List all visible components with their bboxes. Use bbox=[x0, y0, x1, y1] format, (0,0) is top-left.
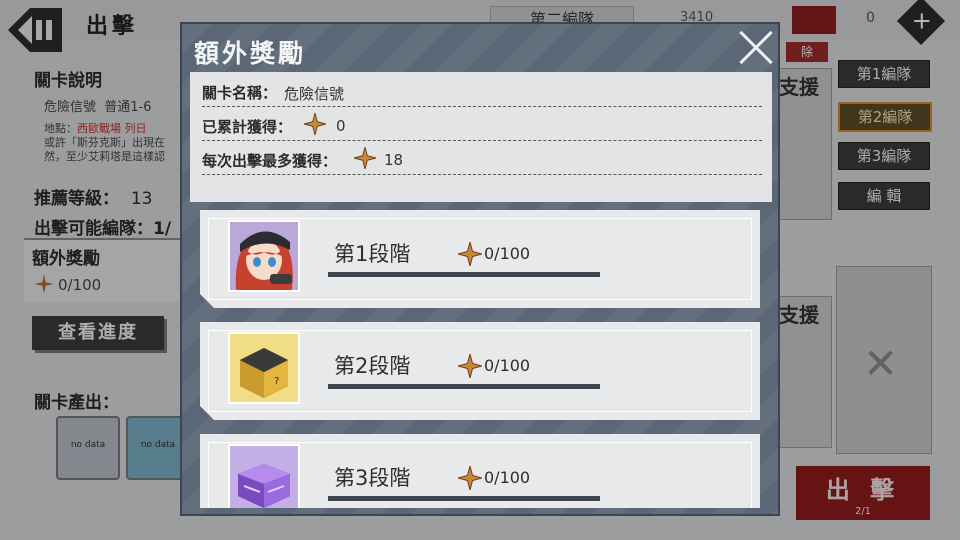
tier-progress-text: 0/100 bbox=[484, 356, 531, 375]
dialog-title: 額外獎勵 bbox=[194, 39, 307, 68]
reward-tier-list[interactable]: 第1段階 0/100 ? 第2段階 0/100 第3段階 0/100 bbox=[190, 202, 772, 508]
star-icon bbox=[458, 466, 482, 490]
tier-name: 第2段階 bbox=[334, 354, 411, 378]
tier-progress-text: 0/100 bbox=[484, 468, 531, 487]
tier-progress-bar bbox=[328, 496, 600, 501]
tier-name: 第3段階 bbox=[334, 466, 411, 490]
max-per-sortie-row: 每次出擊最多獲得： 18 bbox=[202, 142, 762, 175]
star-icon bbox=[304, 113, 326, 135]
close-icon[interactable] bbox=[736, 28, 774, 66]
star-icon bbox=[458, 354, 482, 378]
max-per-sortie-value: 18 bbox=[384, 151, 404, 169]
extra-reward-dialog: 額外獎勵 關卡名稱： 危險信號 已累計獲得： 0 每次出擊最多獲得： 18 第1… bbox=[180, 22, 780, 516]
gold-crate-icon: ? bbox=[228, 332, 300, 404]
reward-tier[interactable]: ? 第2段階 0/100 bbox=[200, 322, 760, 420]
reward-info: 關卡名稱： 危險信號 已累計獲得： 0 每次出擊最多獲得： 18 bbox=[190, 72, 772, 202]
tier-name: 第1段階 bbox=[334, 242, 411, 266]
accumulated-value: 0 bbox=[336, 117, 346, 135]
accumulated-row: 已累計獲得： 0 bbox=[202, 108, 762, 141]
tier-progress-bar bbox=[328, 272, 600, 277]
star-icon bbox=[458, 242, 482, 266]
purple-crate-icon bbox=[228, 444, 300, 508]
svg-text:?: ? bbox=[274, 376, 279, 387]
stage-name-row: 關卡名稱： 危險信號 bbox=[202, 74, 762, 107]
tier-progress-bar bbox=[328, 384, 600, 389]
stage-name-value: 危險信號 bbox=[284, 85, 345, 103]
reward-tier[interactable]: 第1段階 0/100 bbox=[200, 210, 760, 308]
tier-progress-text: 0/100 bbox=[484, 244, 531, 263]
character-portrait-icon bbox=[228, 220, 300, 292]
reward-tier[interactable]: 第3段階 0/100 bbox=[200, 434, 760, 508]
star-icon bbox=[354, 147, 376, 169]
